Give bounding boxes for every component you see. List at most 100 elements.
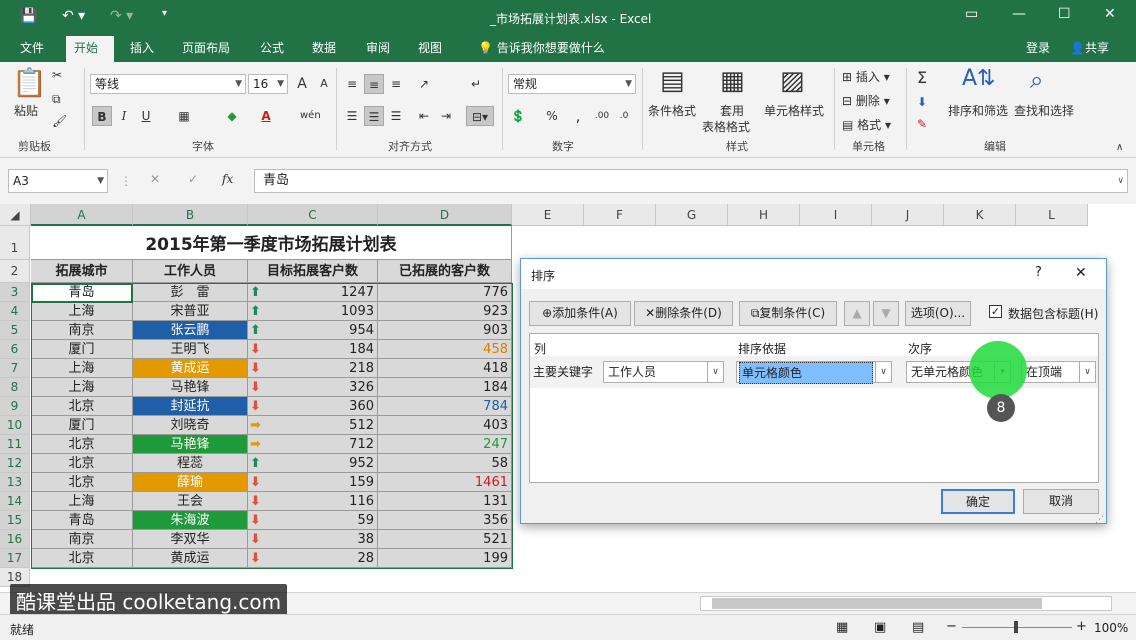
decrease-indent-icon[interactable]: ⇤ — [414, 106, 434, 126]
normal-view-icon[interactable]: ▦ — [836, 620, 848, 635]
zoom-slider-thumb[interactable] — [1014, 621, 1018, 633]
align-middle-icon[interactable]: ≡ — [364, 74, 384, 94]
cell-style-button[interactable]: 单元格样式 — [764, 102, 824, 119]
close-icon[interactable]: ✕ — [1104, 6, 1116, 22]
column-header-i[interactable]: I — [800, 204, 872, 226]
fill-color-icon[interactable]: ◆ — [222, 106, 242, 126]
clear-icon[interactable]: ✎ — [912, 114, 932, 134]
increase-decimal-icon[interactable]: .00 — [592, 106, 612, 126]
redo-icon[interactable]: ↷ ▾ — [110, 8, 133, 24]
sheet-title[interactable]: 2015年第一季度市场拓展计划表 — [31, 226, 512, 260]
column-select[interactable]: 工作人员 ∨ — [603, 361, 724, 383]
table-format-icon[interactable]: ▦ — [720, 66, 745, 96]
options-button[interactable]: 选项(O)... — [905, 301, 971, 326]
column-header-c[interactable]: C — [248, 204, 378, 226]
tab-view[interactable]: 视图 — [410, 36, 450, 62]
move-down-button[interactable]: ▼ — [873, 301, 899, 326]
paste-icon[interactable]: 📋 — [12, 66, 47, 99]
row-header-1[interactable]: 1 — [0, 226, 30, 260]
comma-style-icon[interactable]: , — [568, 106, 588, 126]
column-header-f[interactable]: F — [584, 204, 656, 226]
collapse-ribbon-icon[interactable]: ∧ — [1116, 142, 1123, 153]
row-header-15[interactable]: 15 — [0, 511, 30, 530]
resize-grip-icon[interactable]: ⋰ — [1095, 515, 1104, 525]
font-size-select[interactable]: 16 ▼ — [248, 74, 288, 94]
header-cell[interactable]: 目标拓展客户数 — [248, 260, 378, 283]
tab-review[interactable]: 审阅 — [358, 36, 398, 62]
tab-data[interactable]: 数据 — [304, 36, 344, 62]
border-icon[interactable]: ▦ — [174, 106, 194, 126]
help-button[interactable]: ? — [1035, 265, 1042, 280]
find-select-button[interactable]: 查找和选择 — [1014, 102, 1074, 119]
italic-button[interactable]: I — [114, 106, 134, 126]
row-header-14[interactable]: 14 — [0, 492, 30, 511]
increase-indent-icon[interactable]: ⇥ — [436, 106, 456, 126]
header-cell[interactable]: 已拓展的客户数 — [378, 260, 512, 283]
row-header-5[interactable]: 5 — [0, 321, 30, 340]
tab-file[interactable]: 文件 — [12, 36, 52, 62]
currency-icon[interactable]: 💲 — [508, 106, 528, 126]
enter-icon[interactable]: ✓ — [188, 172, 198, 186]
position-select[interactable]: 在顶端 ∨ — [1021, 361, 1096, 383]
row-header-3[interactable]: 3 — [0, 283, 30, 302]
font-name-select[interactable]: 等线 ▼ — [90, 74, 246, 94]
bold-button[interactable]: B — [92, 106, 112, 126]
insert-function-icon[interactable]: fx — [222, 172, 233, 186]
minimize-icon[interactable]: — — [1012, 6, 1026, 22]
login-link[interactable]: 登录 — [1018, 36, 1058, 62]
font-color-icon[interactable]: A — [256, 106, 276, 126]
cut-icon[interactable]: ✂ — [52, 68, 62, 82]
percent-button[interactable]: % — [542, 106, 562, 126]
format-cells-button[interactable]: ▤ 格式 ▾ — [842, 116, 891, 133]
row-header-12[interactable]: 12 — [0, 454, 30, 473]
cell-style-icon[interactable]: ▨ — [780, 66, 805, 96]
column-header-a[interactable]: A — [31, 204, 133, 226]
ribbon-options-icon[interactable]: ▭ — [965, 6, 978, 22]
select-all[interactable]: ◢ — [0, 204, 31, 226]
column-header-k[interactable]: K — [944, 204, 1016, 226]
wrap-text-icon[interactable]: ↵ — [466, 74, 486, 94]
copy-level-button[interactable]: ⧉复制条件(C) — [739, 301, 837, 326]
save-icon[interactable]: 💾 — [20, 8, 37, 24]
zoom-out-icon[interactable]: − — [946, 619, 957, 634]
column-header-g[interactable]: G — [656, 204, 728, 226]
conditional-format-button[interactable]: 条件格式 — [648, 102, 696, 119]
customize-icon[interactable]: ▾ — [162, 8, 167, 19]
copy-icon[interactable]: ⧉ — [52, 92, 61, 107]
header-cell[interactable]: 拓展城市 — [31, 260, 133, 283]
cancel-icon[interactable]: ✕ — [150, 172, 160, 186]
row-header-16[interactable]: 16 — [0, 530, 30, 549]
autosum-icon[interactable]: Σ — [912, 68, 932, 88]
merge-center-icon[interactable]: ⊟▾ — [466, 106, 494, 126]
delete-cells-button[interactable]: ⊟ 删除 ▾ — [842, 92, 890, 109]
table-format-label-2[interactable]: 表格格式 — [702, 118, 750, 135]
move-up-button[interactable]: ▲ — [844, 301, 870, 326]
row-header-10[interactable]: 10 — [0, 416, 30, 435]
decrease-decimal-icon[interactable]: .0 — [614, 106, 634, 126]
orientation-icon[interactable]: ↗ — [414, 74, 434, 94]
tab-home[interactable]: 开始 — [66, 36, 114, 62]
find-icon[interactable]: ⌕ — [1030, 66, 1043, 94]
tab-page-layout[interactable]: 页面布局 — [174, 36, 238, 62]
ok-button[interactable]: 确定 — [941, 489, 1015, 514]
tab-insert[interactable]: 插入 — [122, 36, 162, 62]
conditional-format-icon[interactable]: ▤ — [660, 66, 685, 96]
number-format-select[interactable]: 常规 ▼ — [508, 74, 636, 94]
row-header-11[interactable]: 11 — [0, 435, 30, 454]
format-painter-icon[interactable]: 🖌 — [52, 114, 67, 128]
page-break-icon[interactable]: ▤ — [912, 620, 924, 635]
column-header-h[interactable]: H — [728, 204, 800, 226]
share-button[interactable]: 👤共享 — [1062, 36, 1117, 62]
undo-icon[interactable]: ↶ ▾ — [62, 8, 85, 24]
add-level-button[interactable]: ⊕添加条件(A) — [529, 301, 631, 326]
tab-formulas[interactable]: 公式 — [252, 36, 292, 62]
zoom-level[interactable]: 100% — [1094, 621, 1128, 635]
has-header-checkbox[interactable]: ✓ — [989, 305, 1002, 318]
row-header-9[interactable]: 9 — [0, 397, 30, 416]
align-center-icon[interactable]: ☰ — [364, 106, 384, 126]
maximize-icon[interactable]: ☐ — [1058, 6, 1071, 22]
table-format-label-1[interactable]: 套用 — [720, 102, 744, 119]
name-box[interactable]: A3 ▼ — [8, 169, 108, 193]
row-header-4[interactable]: 4 — [0, 302, 30, 321]
align-left-icon[interactable]: ☰ — [342, 106, 362, 126]
